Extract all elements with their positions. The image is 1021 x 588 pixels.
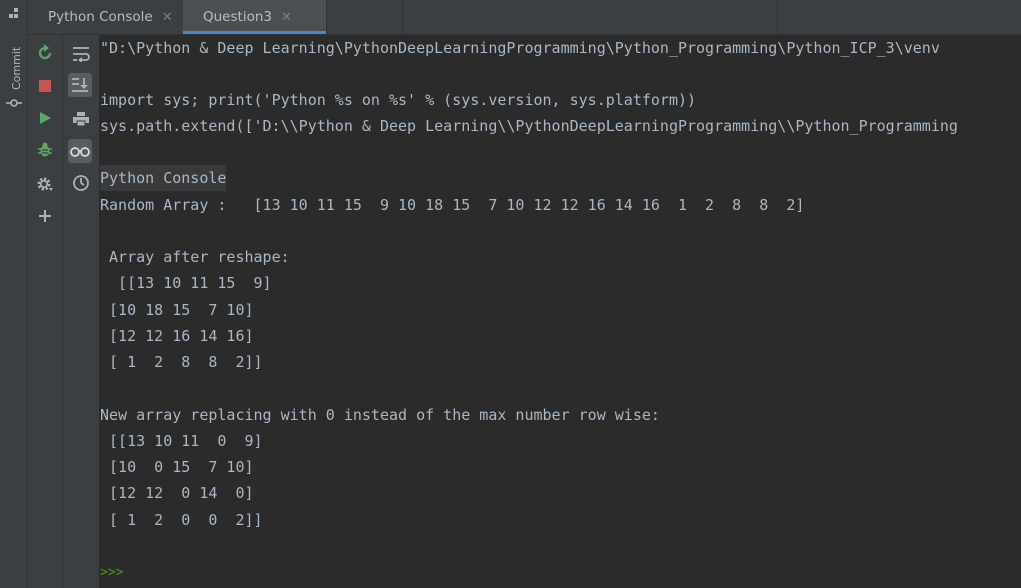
settings-icon	[37, 177, 53, 191]
console-line: Random Array : [13 10 11 15 9 10 18 15 7…	[100, 196, 805, 214]
console-view-toolbar	[63, 35, 100, 588]
structure-icon[interactable]	[7, 7, 20, 20]
run-icon	[40, 112, 51, 124]
console-line: sys.path.extend(['D:\\Python & Deep Lear…	[100, 117, 958, 135]
console-line: [ 1 2 0 0 2]]	[100, 511, 263, 529]
history-button[interactable]	[69, 171, 93, 195]
stop-icon	[39, 80, 51, 92]
show-variables-button[interactable]	[68, 139, 92, 163]
console-line: [[13 10 11 15 9]	[100, 274, 272, 292]
tab-label: Question3	[203, 9, 272, 25]
console-line: "D:\Python & Deep Learning\PythonDeepLea…	[100, 39, 940, 57]
console-line: [10 0 15 7 10]	[100, 458, 254, 476]
soft-wrap-button[interactable]	[69, 42, 93, 66]
rerun-icon	[38, 44, 52, 60]
console-prompt[interactable]: >>>	[100, 560, 123, 586]
console-line: [10 18 15 7 10]	[100, 301, 254, 319]
add-icon	[39, 210, 51, 222]
console-line: [12 12 0 14 0]	[100, 484, 254, 502]
console-title-line: Python Console	[100, 165, 227, 191]
console-line: [ 1 2 8 8 2]]	[100, 353, 263, 371]
variables-view-icon	[70, 147, 90, 157]
side-tool-strip: Commit	[0, 0, 28, 588]
console-line: [12 12 16 14 16]	[100, 327, 254, 345]
ide-window: Commit Python Console ✕ Question3 ✕ "D:\…	[0, 0, 1021, 588]
print-icon	[73, 112, 89, 127]
console-line: New array replacing with 0 instead of th…	[100, 406, 660, 424]
console-tab-bar: Python Console ✕ Question3 ✕	[28, 0, 1021, 35]
scroll-to-end-button[interactable]	[68, 73, 92, 97]
tab-divider	[326, 0, 327, 34]
rerun-button[interactable]	[33, 41, 57, 65]
close-icon[interactable]: ✕	[162, 10, 173, 25]
commit-icon[interactable]	[6, 96, 22, 110]
console-line: [[13 10 11 0 9]	[100, 432, 263, 450]
stop-button[interactable]	[33, 74, 57, 98]
console-line: import sys; print('Python %s on %s' % (s…	[100, 91, 697, 109]
soft-wrap-icon	[73, 47, 90, 62]
settings-button[interactable]	[33, 172, 57, 196]
tab-question3[interactable]: Question3 ✕	[183, 0, 326, 34]
tab-divider	[402, 0, 403, 34]
scroll-to-end-icon	[72, 78, 88, 92]
tab-label: Python Console	[48, 9, 153, 25]
print-button[interactable]	[69, 107, 93, 131]
tab-divider	[777, 0, 778, 34]
history-icon	[73, 175, 89, 191]
console-line: Array after reshape:	[100, 248, 290, 266]
new-console-button[interactable]	[33, 204, 57, 228]
debug-button[interactable]	[33, 138, 57, 162]
console-action-toolbar	[28, 35, 63, 588]
debug-icon	[38, 142, 52, 157]
close-icon[interactable]: ✕	[281, 10, 292, 25]
commit-tab-label[interactable]: Commit	[10, 47, 23, 90]
tab-python-console[interactable]: Python Console ✕	[28, 0, 183, 34]
run-button[interactable]	[33, 106, 57, 130]
console-output[interactable]: "D:\Python & Deep Learning\PythonDeepLea…	[100, 35, 1021, 588]
